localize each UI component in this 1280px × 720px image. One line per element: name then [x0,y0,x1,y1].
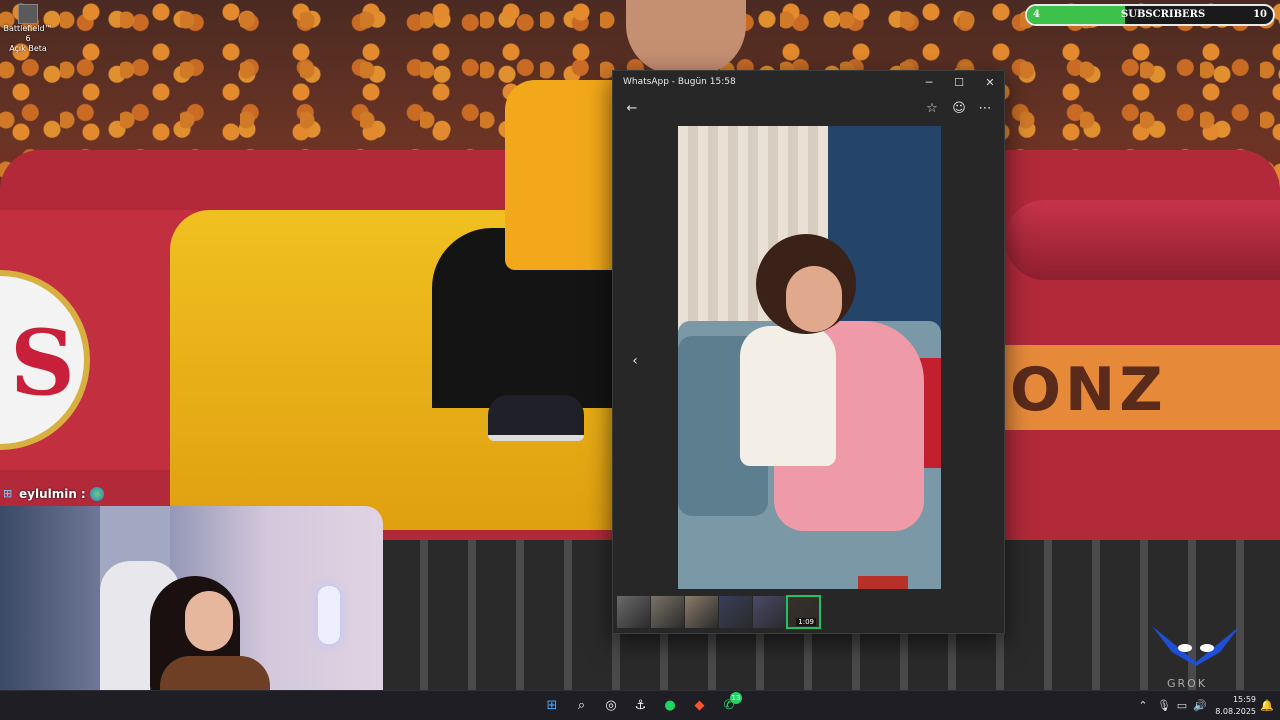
chevron-left-icon: ‹ [632,353,638,369]
chevron-up-icon: ⌃ [1138,699,1148,712]
media-child-top [740,326,836,466]
webcam-feed [0,506,383,718]
mascot-logo-icon [1152,626,1240,666]
windows-start-icon: ⊞ [546,698,558,713]
brave-taskbar-button[interactable]: ◆ [689,696,711,716]
chat-message: ⊞ eylulmin : [3,486,104,502]
media-thumbnail[interactable] [651,596,684,628]
subscriber-current: 4 [1033,9,1040,20]
man-shoe [488,395,584,441]
spotify-taskbar-button[interactable]: ● [659,696,681,716]
more-icon: ⋯ [978,101,992,116]
maximize-icon: ☐ [954,76,964,89]
clock-date: 8.08.2025 [1215,707,1256,716]
notification-badge: 13 [730,692,742,704]
search-taskbar-button[interactable]: ⌕ [571,696,593,716]
game-icon [18,4,38,24]
window-titlebar[interactable]: WhatsApp - Bugün 15:58 ─ ☐ ✕ [613,71,1004,95]
chat-username: eylulmin [19,487,77,501]
app-anchor-taskbar-button[interactable]: ⚓ [630,696,652,716]
media-toolbar: ← ☆ ☺ ⋯ [613,95,1004,123]
emoji-icon: ☺ [952,101,966,116]
app-anchor-icon: ⚓ [634,698,647,713]
maximize-button[interactable]: ☐ [944,73,974,93]
network-icon[interactable]: ▭ [1174,697,1190,715]
react-button[interactable]: ☺ [949,99,969,119]
star-icon: ☆ [926,101,938,116]
more-options-button[interactable]: ⋯ [975,99,995,119]
earth-emoji-icon [89,487,104,501]
minimize-icon: ─ [925,76,933,89]
club-crest-letter: S [10,310,75,416]
webcam-streamer-face [185,591,233,651]
media-thumbnail[interactable] [617,596,650,628]
shortcut-label-line2: Açık Beta [9,44,47,53]
subscriber-goal-fill [1027,6,1126,24]
microphone-tray-icon[interactable]: 🎙 [1156,697,1172,715]
windows-start-taskbar-button[interactable]: ⊞ [541,696,563,716]
clock-time: 15:59 [1232,695,1256,704]
man-shirt [505,80,615,270]
chat-separator: : [80,487,86,501]
whatsapp-media-window[interactable]: WhatsApp - Bugün 15:58 ─ ☐ ✕ ← ☆ ☺ ⋯ ‹ 1… [612,70,1005,634]
spotify-icon: ● [664,698,676,713]
shortcut-label-line1: Battlefield™ 6 [3,24,53,43]
desktop-shortcut-battlefield[interactable]: Battlefield™ 6 Açık Beta [0,4,56,54]
tank-gun-barrel [1005,200,1280,280]
volume-icon[interactable]: 🔊 [1192,697,1208,715]
previous-media-button[interactable]: ‹ [625,351,645,371]
microphone-icon [318,586,340,644]
windows-taskbar: ⊞ ⌕ ◎ ⚓ ● ◆ ✆ 13 ⌃ 🎙 ▭ 🔊 15:59 8.08.2025 🔔 [0,690,1280,720]
media-thumbnail[interactable] [719,596,752,628]
brave-icon: ◆ [694,698,705,713]
show-hidden-icons-button[interactable]: ⌃ [1135,697,1151,715]
watermark-text: GROK [1167,677,1208,690]
taskbar-clock[interactable]: 15:59 8.08.2025 [1208,694,1256,718]
media-thumbnail-strip: 1:09 [617,595,821,630]
stadium-banner-text: ONZ [1010,355,1167,425]
subscriber-goal: 10 [1253,9,1267,20]
back-arrow-icon: ← [626,101,638,116]
video-duration: 1:09 [796,618,816,626]
search-icon: ⌕ [577,698,586,713]
close-button[interactable]: ✕ [975,73,1005,93]
chat-badge-icon: ⊞ [3,487,13,500]
media-video-preview[interactable] [678,126,941,589]
media-thumbnail[interactable]: 1:09 [786,595,821,629]
steam-icon: ◎ [605,698,617,713]
back-button[interactable]: ← [622,99,642,119]
media-box [858,576,908,589]
media-child-face [786,266,842,332]
steam-taskbar-button[interactable]: ◎ [600,696,622,716]
minimize-button[interactable]: ─ [914,73,944,93]
media-thumbnail[interactable] [753,596,786,628]
media-thumbnail[interactable] [685,596,718,628]
window-title: WhatsApp - Bugün 15:58 [623,77,736,87]
subscriber-goal-bar: 4 SUBSCRIBERS 10 [1025,4,1275,26]
whatsapp-taskbar-button[interactable]: ✆ 13 [718,692,742,716]
subscriber-label: SUBSCRIBERS [1121,9,1206,20]
star-button[interactable]: ☆ [922,99,942,119]
notification-icon[interactable]: 🔔 [1259,697,1275,715]
close-icon: ✕ [985,76,995,89]
